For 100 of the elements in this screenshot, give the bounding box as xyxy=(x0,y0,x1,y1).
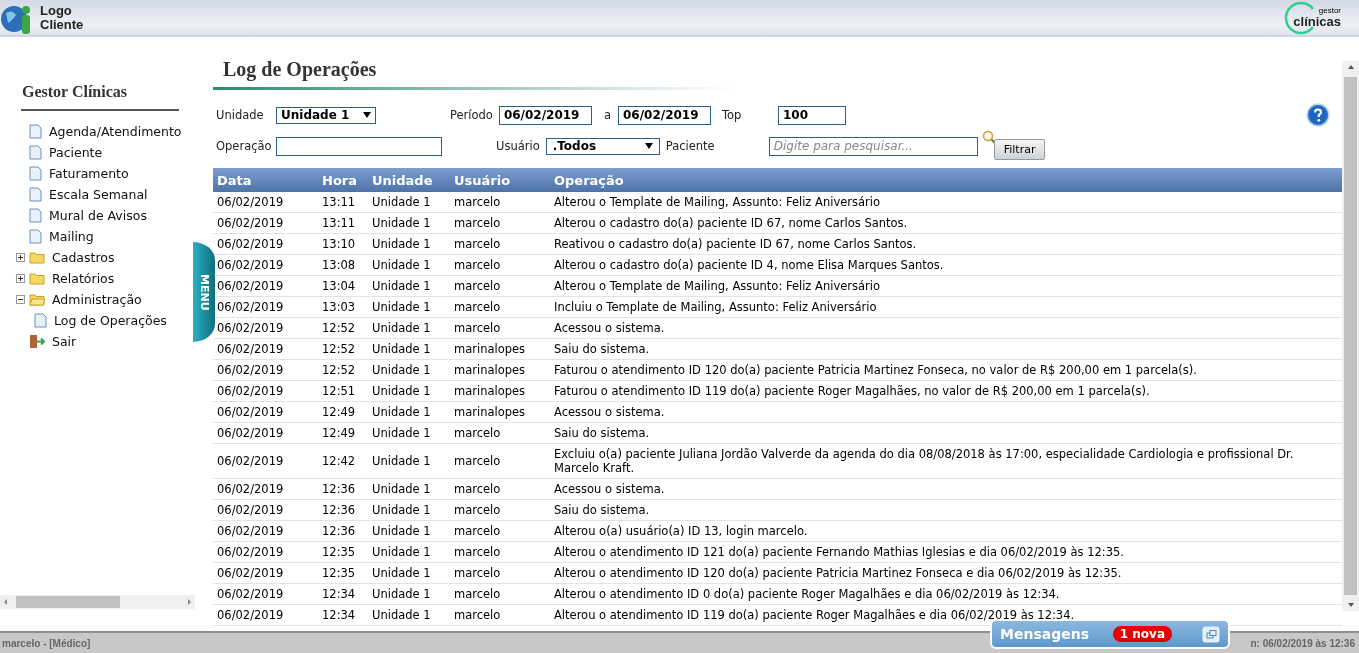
patient-search-field[interactable]: Digite para pesquisar... xyxy=(768,136,978,156)
sidebar-item[interactable]: Mural de Avisos xyxy=(49,208,147,223)
help-icon[interactable] xyxy=(1306,103,1330,127)
table-cell: 12:36 xyxy=(318,499,368,521)
sidebar-item[interactable]: Sair xyxy=(52,334,77,349)
table-cell: marinalopes xyxy=(450,359,550,381)
table-cell: marcelo xyxy=(450,443,550,479)
column-header: Unidade xyxy=(368,168,450,192)
folder-icon xyxy=(29,293,45,306)
restore-window-icon[interactable] xyxy=(1202,625,1220,643)
table-cell: Unidade 1 xyxy=(368,499,450,521)
table-cell: 12:36 xyxy=(318,520,368,542)
vertical-scrollbar[interactable] xyxy=(1342,61,1359,611)
table-cell: marcelo xyxy=(450,296,550,318)
table-cell: 06/02/2019 xyxy=(213,359,318,381)
expander-icon[interactable] xyxy=(16,274,25,283)
sidebar-item[interactable]: Cadastros xyxy=(52,250,115,265)
table-cell: 06/02/2019 xyxy=(213,443,318,479)
table-cell: Unidade 1 xyxy=(368,562,450,584)
table-cell: Acessou o sistema. xyxy=(550,401,1342,423)
sidebar-item[interactable]: Faturamento xyxy=(49,166,129,181)
page-icon xyxy=(29,229,42,244)
table-cell: Saiu do sistema. xyxy=(550,338,1342,360)
table-cell: 13:08 xyxy=(318,254,368,276)
table-cell: 06/02/2019 xyxy=(213,520,318,542)
table-cell: marcelo xyxy=(450,520,550,542)
table-cell: marcelo xyxy=(450,212,550,234)
status-user: marcelo - [Médico] xyxy=(2,637,91,649)
table-cell: marcelo xyxy=(450,233,550,255)
page-icon xyxy=(34,313,47,328)
table-cell: Alterou o Template de Mailing, Assunto: Feliz Aniversário xyxy=(550,192,1342,213)
table-cell: 13:11 xyxy=(318,192,368,213)
table-cell: Unidade 1 xyxy=(368,478,450,500)
field-label: a xyxy=(603,108,611,122)
sidebar-item[interactable]: Administração xyxy=(52,292,142,307)
table-cell: 06/02/2019 xyxy=(213,583,318,605)
table-cell: Unidade 1 xyxy=(368,380,450,402)
table-cell: 12:49 xyxy=(318,422,368,444)
table-cell: 12:49 xyxy=(318,401,368,423)
table-cell: 12:52 xyxy=(318,317,368,339)
date-field[interactable]: 06/02/2019 xyxy=(498,105,592,125)
sidebar-item[interactable]: Relatórios xyxy=(52,271,115,286)
column-header: Operação xyxy=(550,168,1342,192)
page-icon xyxy=(29,166,42,181)
table-cell: 06/02/2019 xyxy=(213,422,318,444)
expander-icon[interactable] xyxy=(16,295,25,304)
menu-tab[interactable]: MENU xyxy=(193,242,215,342)
table-cell: Unidade 1 xyxy=(368,317,450,339)
page-icon xyxy=(29,145,42,160)
table-cell: Alterou o cadastro do(a) paciente ID 67, nome Carlos Santos. xyxy=(550,212,1342,234)
table-cell: Acessou o sistema. xyxy=(550,317,1342,339)
table-cell: Alterou o atendimento ID 121 do(a) paciente Fernando Mathias Iglesias e dia 06/02/2019 às 12:35. xyxy=(550,541,1342,563)
field-label: Usuário xyxy=(496,139,540,153)
horizontal-scrollbar[interactable] xyxy=(0,595,195,609)
sidebar-item[interactable]: Paciente xyxy=(49,145,103,160)
table-cell: 06/02/2019 xyxy=(213,275,318,297)
table-cell: 06/02/2019 xyxy=(213,317,318,339)
table-cell: marcelo xyxy=(450,499,550,521)
filter-button[interactable]: Filtrar xyxy=(993,139,1046,160)
table-cell: Unidade 1 xyxy=(368,583,450,605)
messages-panel[interactable]: Mensagens 1 nova xyxy=(990,619,1230,649)
user-dropdown[interactable]: .Todos xyxy=(545,137,660,155)
table-cell: Reativou o cadastro do(a) paciente ID 67, nome Carlos Santos. xyxy=(550,233,1342,255)
table-cell: 06/02/2019 xyxy=(213,541,318,563)
table-cell: Unidade 1 xyxy=(368,401,450,423)
sidebar-item[interactable]: Agenda/Atendimento xyxy=(49,124,182,139)
table-cell: marcelo xyxy=(450,422,550,444)
new-count-badge: 1 nova xyxy=(1112,626,1172,642)
table-cell: 13:11 xyxy=(318,212,368,234)
table-cell: marcelo xyxy=(450,562,550,584)
status-login: n: 06/02/2019 às 12:36 xyxy=(1250,637,1355,649)
page-icon xyxy=(29,124,42,139)
sidebar-item[interactable]: Escala Semanal xyxy=(49,187,148,202)
sidebar-item[interactable]: Mailing xyxy=(49,229,94,244)
table-cell: Faturou o atendimento ID 119 do(a) paciente Roger Magalhães, no valor de R$ 200,00 em 1 parcela(s). xyxy=(550,380,1342,402)
date-field[interactable]: 06/02/2019 xyxy=(617,105,711,125)
column-header: Hora xyxy=(318,168,368,192)
table-cell: Unidade 1 xyxy=(368,541,450,563)
table-cell: Unidade 1 xyxy=(368,359,450,381)
unit-dropdown[interactable]: Unidade 1 xyxy=(276,106,376,124)
field-label: Unidade xyxy=(216,108,265,122)
page-icon xyxy=(29,187,42,202)
operation-field[interactable] xyxy=(276,136,442,156)
table-cell: 13:10 xyxy=(318,233,368,255)
table-cell: Unidade 1 xyxy=(368,233,450,255)
table-cell: marcelo xyxy=(450,275,550,297)
page-title: Log de Operações xyxy=(223,57,378,83)
table-cell: Unidade 1 xyxy=(368,275,450,297)
table-cell: Unidade 1 xyxy=(368,520,450,542)
brand-name: clínicas xyxy=(1293,14,1341,29)
table-cell: 12:34 xyxy=(318,583,368,605)
table-cell: Saiu do sistema. xyxy=(550,499,1342,521)
expander-icon[interactable] xyxy=(16,253,25,262)
table-cell: marcelo xyxy=(450,604,550,626)
table-cell: Unidade 1 xyxy=(368,254,450,276)
logo-text: Cliente xyxy=(40,17,84,32)
top-field[interactable]: 100 xyxy=(777,105,846,125)
column-header: Data xyxy=(213,168,318,192)
sidebar-item[interactable]: Log de Operações xyxy=(54,313,167,328)
table-cell: marinalopes xyxy=(450,338,550,360)
